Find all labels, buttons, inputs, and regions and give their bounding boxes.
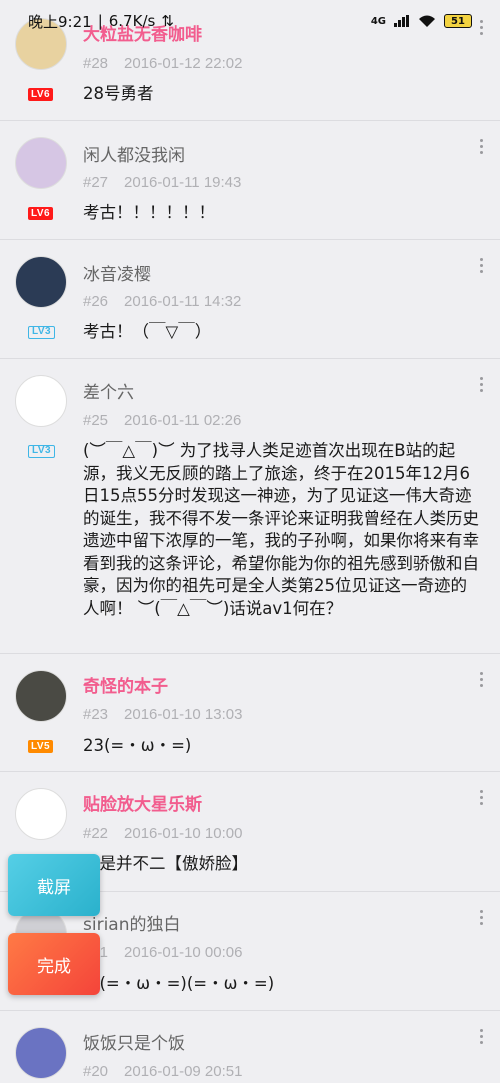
username[interactable]: 闲人都没我闲 — [83, 141, 185, 166]
comment-content: 28号勇者 — [83, 84, 154, 103]
screenshot-button[interactable]: 截屏 — [8, 854, 100, 916]
comment-date: 2016-01-11 02:26 — [124, 412, 242, 429]
more-options-icon[interactable] — [478, 377, 484, 392]
signal-icon — [394, 15, 409, 27]
comment-content: (︶￣△￣)︶ 为了找寻人类足迹首次出现在B站的起源，我义无反顾的踏上了旅途，终… — [83, 441, 479, 618]
comment-item[interactable]: 闲人都没我闲 #27 2016-01-11 19:43 LV6 考古！！！！！！ — [0, 122, 500, 240]
user-avatar[interactable] — [15, 788, 67, 840]
status-time: 晚上9:21 — [28, 12, 92, 31]
level-badge: LV5 — [28, 740, 54, 753]
data-arrow-icon: ⇅ — [161, 12, 174, 30]
level-badge: LV6 — [28, 207, 54, 220]
floor-number: #28 — [83, 55, 109, 72]
comment-meta: #25 2016-01-11 02:26 — [83, 412, 241, 429]
comment-content: 考古！（￣▽￣） — [83, 322, 212, 341]
floor-number: #22 — [83, 825, 109, 842]
battery-level: 51 — [451, 15, 465, 27]
screenshot-button-label: 截屏 — [37, 877, 71, 898]
comment-meta: #22 2016-01-10 10:00 — [83, 825, 242, 842]
comment-meta: #27 2016-01-11 19:43 — [83, 174, 241, 191]
level-badge: LV3 — [28, 445, 56, 458]
comment-date: 2016-01-10 00:06 — [124, 944, 243, 961]
status-bar: 晚上9:21 | 6.7K/s ⇅ 4G 51 — [0, 0, 500, 42]
comment-meta: #212016-01-10 00:06 — [83, 944, 242, 961]
more-options-icon[interactable] — [478, 910, 484, 925]
done-button[interactable]: 完成 — [8, 933, 100, 995]
signal-text: 4G — [370, 15, 386, 27]
more-options-icon[interactable] — [478, 1029, 484, 1044]
network-speed: 6.7K/s — [108, 12, 156, 30]
comment-meta: #23 2016-01-10 13:03 — [83, 706, 242, 723]
comment-item[interactable]: 奇怪的本子 #23 2016-01-10 13:03 LV5 23(=・ω・=) — [0, 655, 500, 772]
comment-date: 2016-01-09 20:51 — [124, 1063, 243, 1080]
comment-date: 2016-01-11 19:43 — [124, 174, 242, 191]
comment-content: 名(=・ω・=)(=・ω・=) — [83, 974, 275, 993]
comment-content: 但是并不二【傲娇脸】 — [83, 854, 248, 873]
more-options-icon[interactable] — [478, 258, 484, 273]
battery-icon: 51 — [444, 14, 472, 28]
user-avatar[interactable] — [15, 375, 67, 427]
user-avatar[interactable] — [15, 137, 67, 189]
comment-date: 2016-01-11 14:32 — [124, 293, 242, 310]
more-options-icon[interactable] — [478, 790, 484, 805]
done-button-label: 完成 — [37, 956, 71, 977]
floor-number: #20 — [83, 1063, 109, 1080]
floor-number: #23 — [83, 706, 109, 723]
username[interactable]: 冰音凌樱 — [83, 260, 151, 285]
username[interactable]: 差个六 — [83, 378, 134, 403]
comment-meta: #26 2016-01-11 14:32 — [83, 293, 241, 310]
level-badge: LV3 — [28, 326, 56, 339]
status-separator: | — [97, 12, 103, 30]
comment-content: 考古！！！！！！ — [83, 203, 215, 222]
floor-number: #26 — [83, 293, 109, 310]
comment-meta: #28 2016-01-12 22:02 — [83, 55, 242, 72]
comment-date: 2016-01-12 22:02 — [124, 55, 243, 72]
username[interactable]: 奇怪的本子 — [83, 672, 168, 697]
comment-item[interactable]: 饭饭只是个饭 #20 2016-01-09 20:51 — [0, 1012, 500, 1083]
comment-date: 2016-01-10 13:03 — [124, 706, 243, 723]
user-avatar[interactable] — [15, 670, 67, 722]
user-avatar[interactable] — [15, 1027, 67, 1079]
comment-date: 2016-01-10 10:00 — [124, 825, 243, 842]
more-options-icon[interactable] — [478, 139, 484, 154]
more-options-icon[interactable] — [478, 672, 484, 687]
user-avatar[interactable] — [15, 256, 67, 308]
floor-number: #25 — [83, 412, 109, 429]
comment-content: 23(=・ω・=) — [83, 736, 192, 755]
wifi-icon — [419, 15, 435, 27]
comment-item[interactable]: 差个六 #25 2016-01-11 02:26 LV3 (︶￣△￣)︶ 为了找寻人类足… — [0, 360, 500, 654]
level-badge: LV6 — [28, 88, 54, 101]
username[interactable]: 贴脸放大星乐斯 — [83, 790, 202, 815]
comment-item[interactable]: 冰音凌樱 #26 2016-01-11 14:32 LV3 考古！（￣▽￣） — [0, 241, 500, 359]
floor-number: #27 — [83, 174, 109, 191]
username[interactable]: 饭饭只是个饭 — [83, 1029, 185, 1054]
comment-meta: #20 2016-01-09 20:51 — [83, 1063, 242, 1080]
